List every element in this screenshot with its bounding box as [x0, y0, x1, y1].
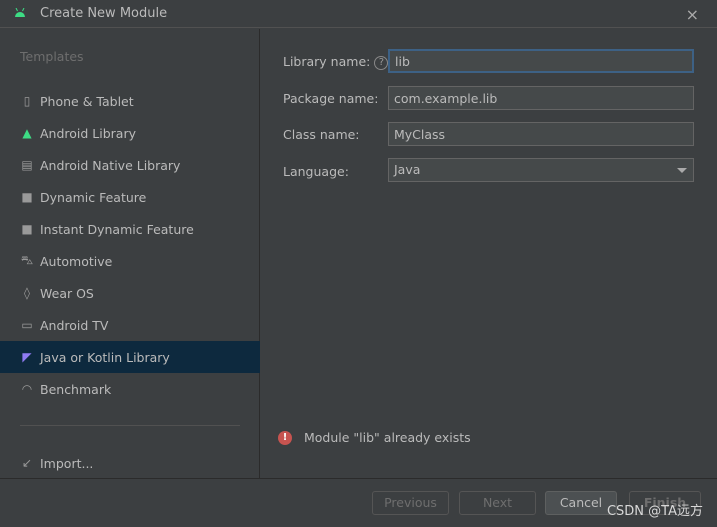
sidebar-item-benchmark[interactable]: ◠ Benchmark — [0, 373, 260, 405]
sidebar-item-phone-tablet[interactable]: ▯ Phone & Tablet — [0, 85, 260, 117]
error-text: Module "lib" already exists — [304, 430, 471, 445]
sidebar-item-label: Wear OS — [40, 285, 94, 301]
import-button[interactable]: ↙ Import... — [0, 447, 260, 479]
sidebar-item-instant-dynamic-feature[interactable]: ■ Instant Dynamic Feature — [0, 213, 260, 245]
sidebar-item-label: Dynamic Feature — [40, 189, 147, 205]
sidebar-item-label: Benchmark — [40, 381, 112, 397]
error-icon: ! — [278, 430, 292, 445]
chevron-down-icon — [677, 168, 687, 173]
sidebar-item-automotive[interactable]: ⛍ Automotive — [0, 245, 260, 277]
watermark: CSDN @TA远方 — [606, 504, 703, 519]
chip-icon: ▤ — [21, 158, 33, 172]
phone-tablet-icon: ▯ — [23, 94, 31, 108]
class-name-label: Class name: — [283, 127, 360, 142]
sidebar-item-label: Phone & Tablet — [40, 93, 134, 109]
kotlin-icon: ◤ — [22, 350, 32, 364]
class-name-input[interactable] — [388, 122, 694, 146]
tv-icon: ▭ — [21, 318, 33, 332]
sidebar-item-label: Android Native Library — [40, 157, 181, 173]
help-icon[interactable]: ? — [374, 55, 389, 70]
sidebar-item-android-library[interactable]: ▲ Android Library — [0, 117, 260, 149]
sidebar-item-android-native-library[interactable]: ▤ Android Native Library — [0, 149, 260, 181]
sidebar-item-android-tv[interactable]: ▭ Android TV — [0, 309, 260, 341]
previous-button[interactable]: Previous — [372, 491, 449, 515]
package-name-label: Package name: — [283, 91, 379, 106]
footer: Previous Next Cancel Finish CSDN @TA远方 — [0, 478, 717, 527]
close-icon[interactable]: × — [686, 5, 699, 24]
sidebar-item-label: Java or Kotlin Library — [40, 349, 170, 365]
folder-instant-icon: ■ — [21, 222, 33, 236]
sidebar-item-dynamic-feature[interactable]: ■ Dynamic Feature — [0, 181, 260, 213]
gauge-icon: ◠ — [21, 382, 33, 396]
library-name-input[interactable] — [388, 49, 694, 73]
library-name-label: Library name:? — [283, 54, 389, 70]
divider — [20, 425, 240, 426]
android-logo-icon — [15, 8, 25, 17]
language-label: Language: — [283, 164, 349, 179]
car-icon: ⛍ — [20, 253, 34, 267]
error-message: ! Module "lib" already exists — [278, 430, 471, 445]
language-select[interactable]: Java — [388, 158, 694, 182]
templates-header: Templates — [20, 49, 84, 64]
import-label: Import... — [40, 455, 94, 471]
sidebar-item-wear-os[interactable]: ◊ Wear OS — [0, 277, 260, 309]
import-icon: ↙ — [21, 456, 33, 470]
templates-sidebar: Templates ▯ Phone & Tablet ▲ Android Librar… — [0, 29, 260, 478]
folder-module-icon: ■ — [21, 190, 33, 204]
android-icon: ▲ — [22, 126, 32, 140]
watch-icon: ◊ — [24, 286, 30, 300]
sidebar-item-label: Automotive — [40, 253, 113, 269]
window-title: Create New Module — [40, 6, 168, 21]
sidebar-item-label: Android Library — [40, 125, 137, 141]
title-bar: Create New Module × — [0, 0, 717, 28]
sidebar-item-label: Android TV — [40, 317, 109, 333]
next-button[interactable]: Next — [459, 491, 536, 515]
sidebar-item-label: Instant Dynamic Feature — [40, 221, 194, 237]
language-value: Java — [394, 162, 421, 177]
sidebar-item-java-or-kotlin-library[interactable]: ◤ Java or Kotlin Library — [0, 341, 260, 373]
package-name-input[interactable] — [388, 86, 694, 110]
